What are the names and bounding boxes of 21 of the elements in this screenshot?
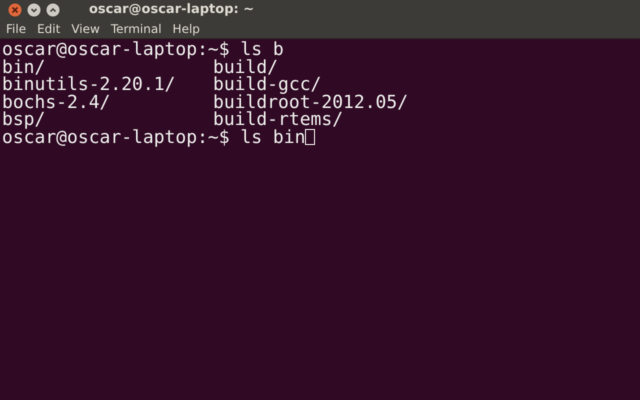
directory-name: binutils-2.20.1/ <box>2 76 176 94</box>
directory-name: build/ <box>213 58 278 76</box>
maximize-icon[interactable] <box>46 2 60 16</box>
shell-prompt: oscar@oscar-laptop:~$ <box>2 128 230 146</box>
minimize-icon[interactable] <box>27 2 41 16</box>
menu-item[interactable]: Terminal <box>110 22 162 36</box>
directory-name: buildroot-2012.05/ <box>213 94 410 111</box>
shell-prompt: oscar@oscar-laptop:~$ <box>2 41 230 58</box>
directory-name: bin/ <box>2 58 46 76</box>
window-title: oscar@oscar-laptop: ~ <box>89 2 254 17</box>
directory-name: build-rtems/ <box>213 111 344 128</box>
menu-item[interactable]: Help <box>172 22 200 36</box>
shell-command: ls b <box>240 41 284 58</box>
shell-command: ls bin <box>240 128 306 146</box>
directory-name: build-gcc/ <box>213 76 322 94</box>
menu-item[interactable]: View <box>71 22 100 36</box>
directory-name: bsp/ <box>2 111 46 128</box>
menu-item[interactable]: File <box>6 22 26 36</box>
close-icon[interactable] <box>8 2 22 16</box>
menu-item[interactable]: Edit <box>37 22 60 36</box>
directory-name: bochs-2.4/ <box>2 94 110 111</box>
